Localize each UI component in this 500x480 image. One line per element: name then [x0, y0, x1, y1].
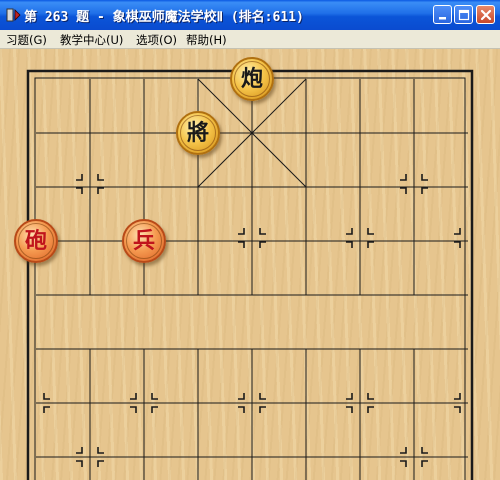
piece-label: 兵: [126, 223, 162, 259]
piece-label: 將: [180, 115, 216, 151]
menu-exercises[interactable]: 习题(G): [6, 32, 47, 48]
red-cannon-piece[interactable]: 砲: [14, 219, 58, 263]
app-icon[interactable]: [6, 7, 22, 23]
maximize-icon: [458, 9, 470, 21]
menu-options[interactable]: 选项(O): [136, 32, 177, 48]
minimize-button[interactable]: [433, 5, 452, 24]
menu-bar: 习题(G) 教学中心(U) 选项(O) 帮助(H): [0, 30, 500, 49]
menu-teaching-center[interactable]: 教学中心(U): [60, 32, 123, 48]
window-title: 第 263 题 - 象棋巫师魔法学校Ⅱ (排名:611): [24, 10, 304, 25]
board-grid: [26, 69, 474, 480]
black-general-piece[interactable]: 將: [176, 111, 220, 155]
chess-board[interactable]: 炮 將 砲 兵: [0, 49, 500, 480]
close-icon: [480, 9, 492, 21]
close-button[interactable]: [476, 5, 495, 24]
black-cannon-piece[interactable]: 炮: [230, 57, 274, 101]
title-bar[interactable]: 第 263 题 - 象棋巫师魔法学校Ⅱ (排名:611): [0, 0, 500, 30]
maximize-button[interactable]: [454, 5, 473, 24]
minimize-icon: [439, 17, 446, 20]
menu-help[interactable]: 帮助(H): [186, 32, 227, 48]
piece-label: 砲: [18, 223, 54, 259]
piece-label: 炮: [234, 61, 270, 97]
red-soldier-piece[interactable]: 兵: [122, 219, 166, 263]
